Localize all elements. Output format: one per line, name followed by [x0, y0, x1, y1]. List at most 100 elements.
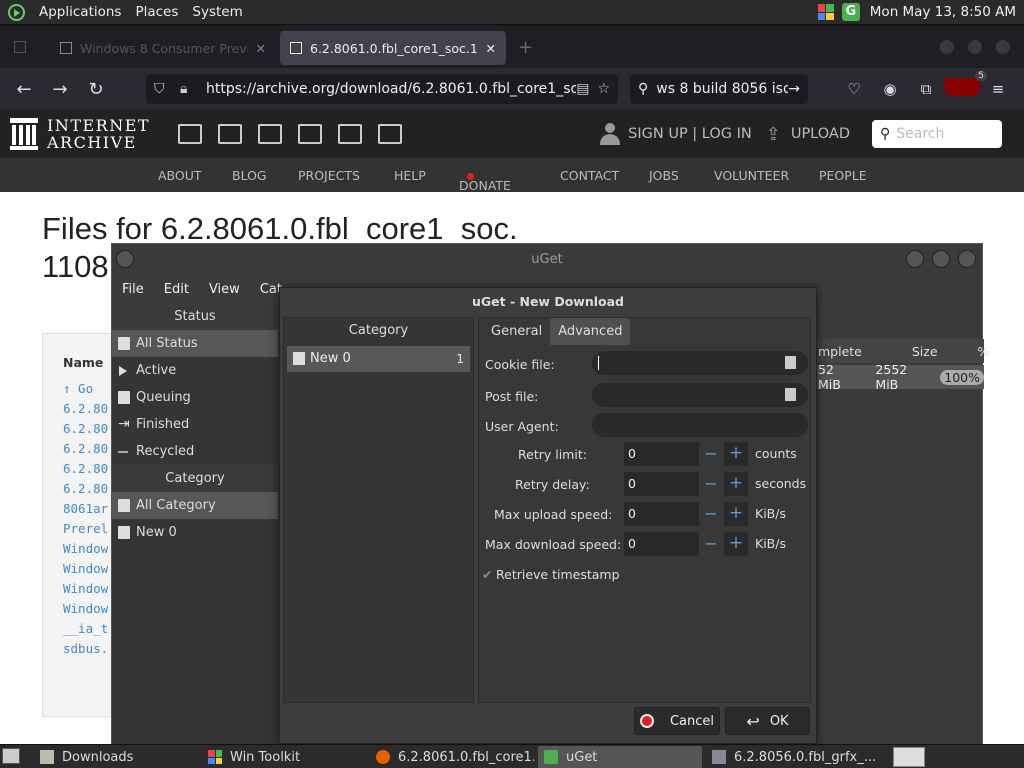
- cookie-file-input[interactable]: [592, 351, 808, 375]
- search-go-icon[interactable]: →: [788, 81, 800, 97]
- menu-edit[interactable]: Edit: [164, 282, 189, 297]
- audio-icon[interactable]: [298, 124, 323, 144]
- reload-button[interactable]: ↻: [78, 79, 114, 100]
- shield-icon[interactable]: ⛉: [154, 81, 172, 97]
- col-size[interactable]: Size: [912, 344, 938, 359]
- nav-donate[interactable]: DONATE: [459, 168, 511, 193]
- taskbar-uget[interactable]: uGet: [538, 746, 702, 768]
- tab-windows-8[interactable]: Windows 8 Consumer Preview... ✕: [50, 31, 276, 65]
- hamburger-menu-icon[interactable]: ≡: [980, 80, 1016, 98]
- file-link[interactable]: Prerel: [63, 521, 108, 536]
- ublock-icon[interactable]: 5: [944, 71, 987, 100]
- file-link[interactable]: 8061ar: [63, 501, 108, 516]
- max-upload-input[interactable]: 0: [624, 502, 699, 526]
- signup-login-link[interactable]: SIGN UP | LOG IN: [628, 126, 752, 142]
- file-link[interactable]: 6.2.80: [63, 421, 108, 436]
- tab-advanced[interactable]: Advanced: [550, 318, 631, 345]
- lock-icon[interactable]: 🔒︎: [180, 81, 198, 97]
- web-icon[interactable]: [178, 124, 203, 144]
- search-bar[interactable]: ⚲ ws 8 build 8056 iso →: [630, 74, 808, 104]
- places-menu[interactable]: Places: [135, 4, 178, 20]
- file-link[interactable]: Window: [63, 541, 108, 556]
- tab-general[interactable]: General: [483, 318, 550, 345]
- taskbar-firefox[interactable]: 6.2.8061.0.fbl_core1...: [370, 746, 534, 768]
- nav-blog[interactable]: BLOG: [232, 168, 267, 183]
- forward-button[interactable]: →: [42, 79, 78, 100]
- file-link[interactable]: 6.2.80: [63, 441, 108, 456]
- window-menu-icon[interactable]: [116, 250, 134, 268]
- cancel-button[interactable]: Cancel: [634, 707, 720, 735]
- taskbar-file[interactable]: 6.2.8056.0.fbl_grfx_...: [706, 746, 878, 768]
- nav-help[interactable]: HELP: [394, 168, 426, 183]
- file-link[interactable]: Window: [63, 561, 108, 576]
- files-name-header[interactable]: Name: [63, 355, 103, 370]
- retry-delay-increment[interactable]: +: [724, 472, 748, 496]
- file-browse-icon[interactable]: [785, 388, 796, 401]
- menu-file[interactable]: File: [122, 282, 144, 297]
- nav-people[interactable]: PEOPLE: [819, 168, 867, 183]
- status-finished[interactable]: ⇥ Finished: [112, 411, 278, 438]
- extensions-icon[interactable]: ⧉: [908, 80, 944, 98]
- images-icon[interactable]: [378, 124, 403, 144]
- upload-link[interactable]: UPLOAD: [791, 126, 850, 142]
- file-link[interactable]: 6.2.80: [63, 401, 108, 416]
- status-active[interactable]: Active: [112, 357, 278, 384]
- nav-contact[interactable]: CONTACT: [560, 168, 619, 183]
- url-bar[interactable]: ⛉ 🔒︎ https://archive.org/download/6.2.80…: [146, 74, 618, 104]
- retrieve-timestamp-label[interactable]: Retrieve timestamp: [496, 567, 620, 582]
- retry-delay-decrement[interactable]: −: [701, 472, 721, 496]
- uget-titlebar[interactable]: uGet: [112, 244, 982, 275]
- nav-jobs[interactable]: JOBS: [649, 168, 679, 183]
- file-link[interactable]: 6.2.80: [63, 481, 108, 496]
- bookmark-star-icon[interactable]: ☆: [597, 81, 610, 97]
- retry-limit-decrement[interactable]: −: [701, 442, 721, 466]
- search-query[interactable]: ws 8 build 8056 iso: [656, 81, 788, 97]
- col-percent[interactable]: %: [978, 344, 990, 359]
- nav-donate-label[interactable]: DONATE: [459, 178, 511, 193]
- status-recycled[interactable]: Recycled: [112, 438, 278, 465]
- post-file-input[interactable]: [592, 383, 808, 407]
- max-download-input[interactable]: 0: [624, 532, 699, 556]
- col-complete[interactable]: mplete: [818, 344, 862, 359]
- max-download-decrement[interactable]: −: [701, 532, 721, 556]
- account-icon[interactable]: ◉: [872, 80, 908, 98]
- max-upload-increment[interactable]: +: [724, 502, 748, 526]
- status-queuing[interactable]: Queuing: [112, 384, 278, 411]
- status-all[interactable]: All Status: [112, 330, 278, 357]
- archive-search-input[interactable]: ⚲ Search: [872, 120, 1002, 148]
- video-icon[interactable]: [258, 124, 283, 144]
- firefox-view-icon[interactable]: [14, 41, 26, 53]
- maximize-icon[interactable]: [932, 250, 950, 268]
- minimize-icon[interactable]: [906, 250, 924, 268]
- search-placeholder[interactable]: Search: [896, 126, 944, 142]
- upload-icon[interactable]: ⇪: [766, 124, 781, 145]
- file-link[interactable]: Window: [63, 581, 108, 596]
- file-link[interactable]: 6.2.80: [63, 461, 108, 476]
- dialog-category-row[interactable]: New 0 1: [287, 346, 470, 372]
- pocket-icon[interactable]: ♡: [836, 80, 872, 98]
- windows-flag-icon[interactable]: [817, 4, 834, 20]
- maximize-icon[interactable]: [968, 40, 982, 54]
- retry-delay-input[interactable]: 0: [624, 472, 699, 496]
- reader-view-icon[interactable]: ▤: [576, 81, 589, 97]
- new-tab-button[interactable]: +: [518, 37, 533, 58]
- nav-projects[interactable]: PROJECTS: [298, 168, 360, 183]
- close-tab-icon[interactable]: ✕: [256, 41, 266, 56]
- system-menu[interactable]: System: [192, 4, 242, 20]
- file-browse-icon[interactable]: [785, 356, 796, 369]
- close-tab-icon[interactable]: ✕: [486, 41, 496, 56]
- show-desktop-icon[interactable]: [2, 748, 20, 764]
- back-button[interactable]: ←: [6, 79, 42, 100]
- clock[interactable]: Mon May 13, 8:50 AM: [870, 4, 1016, 20]
- close-icon[interactable]: [958, 250, 976, 268]
- minimize-icon[interactable]: [940, 40, 954, 54]
- uget-tray-icon[interactable]: G: [841, 3, 860, 21]
- file-link[interactable]: Window: [63, 601, 108, 616]
- category-new-0[interactable]: New 0: [112, 519, 278, 546]
- url-text[interactable]: https://archive.org/download/6.2.8061.0.…: [206, 81, 576, 97]
- close-window-icon[interactable]: [996, 40, 1010, 54]
- applications-menu[interactable]: Applications: [39, 4, 121, 20]
- file-link[interactable]: __ia_t: [63, 621, 108, 636]
- taskbar-downloads[interactable]: Downloads: [34, 746, 198, 768]
- menu-view[interactable]: View: [209, 282, 240, 297]
